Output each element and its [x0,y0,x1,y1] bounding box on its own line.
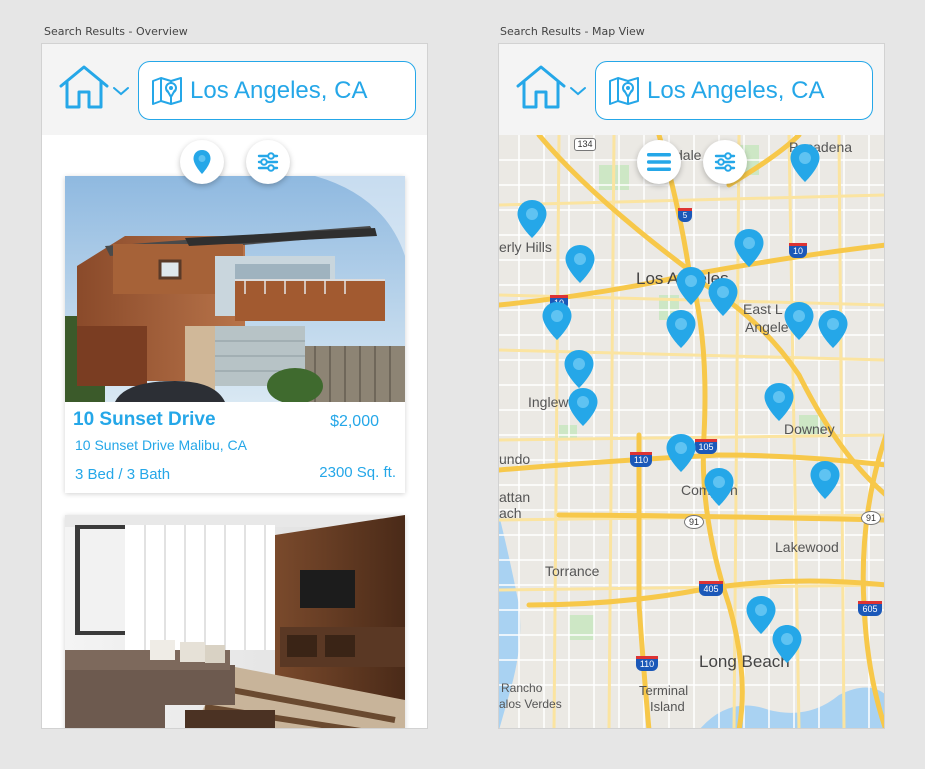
listing-title[interactable]: 10 Sunset Drive [73,409,216,431]
map-label: Lakewood [775,539,839,555]
listing-beds-baths: 3 Bed / 3 Bath [75,466,171,483]
map-view-button[interactable] [180,140,224,184]
map-marker-icon [704,468,734,506]
listing-address: 10 Sunset Drive Malibu, CA [75,437,247,453]
route-shield: 110 [630,452,652,467]
map-label: Island [650,699,685,714]
app-header: Los Angeles, CA [499,44,884,135]
artboard-label-overview: Search Results - Overview [44,25,188,38]
map-label: ach [499,505,522,521]
listing-card[interactable] [65,515,405,728]
route-shield: 105 [695,439,717,454]
map-pin-icon [152,76,182,105]
listing-map-pin[interactable] [541,301,573,341]
route-shield: 5 [678,208,692,222]
map-marker-icon [666,434,696,472]
map-label: Rancho [501,681,543,695]
listing-map-pin[interactable] [771,624,803,664]
filters-button[interactable] [703,140,747,184]
location-text: Los Angeles, CA [647,76,825,104]
home-menu-button[interactable] [515,64,591,112]
map-marker-icon [517,200,547,238]
route-shield: 134 [574,138,596,151]
overview-screen: Los Angeles, CA 10 Sunset Drive $2,000 1… [41,43,428,729]
listing-map-pin[interactable] [563,349,595,389]
home-icon [516,65,566,109]
route-shield: 91 [861,511,881,525]
listing-sqft: 2300 Sq. ft. [319,464,396,481]
house-exterior-photo [65,176,405,402]
location-search-field[interactable]: Los Angeles, CA [595,61,873,120]
listing-photo[interactable] [65,515,405,728]
map-label: Torrance [545,563,600,579]
listing-map-pin[interactable] [783,301,815,341]
filters-button[interactable] [246,140,290,184]
chevron-down-icon [570,87,586,96]
listing-map-pin[interactable] [707,277,739,317]
map-marker-icon [734,229,764,267]
results-list[interactable]: 10 Sunset Drive $2,000 10 Sunset Drive M… [42,135,427,728]
map-marker-icon [708,278,738,316]
map-marker-icon [818,310,848,348]
map-label: attan [499,489,531,505]
listing-card[interactable]: 10 Sunset Drive $2,000 10 Sunset Drive M… [65,176,405,493]
list-view-button[interactable] [637,140,681,184]
route-shield: 405 [699,581,723,596]
map-pin-icon [609,76,639,105]
location-text: Los Angeles, CA [190,76,368,104]
living-room-photo [65,515,405,728]
location-search-field[interactable]: Los Angeles, CA [138,61,416,120]
map-marker-icon [193,150,211,174]
home-icon [59,65,109,109]
listing-map-pin[interactable] [763,382,795,422]
listing-map-pin[interactable] [675,266,707,306]
listing-map-pin[interactable] [733,228,765,268]
route-shield: 605 [858,601,882,616]
listing-map-pin[interactable] [665,309,697,349]
map-label: undo [499,451,531,467]
home-menu-button[interactable] [58,64,134,112]
app-header: Los Angeles, CA [42,44,427,135]
map-marker-icon [784,302,814,340]
route-shield: 110 [636,656,658,671]
listing-map-pin[interactable] [567,387,599,427]
map-marker-icon [542,302,572,340]
sliders-icon [257,152,279,172]
map-marker-icon [564,350,594,388]
map-view-screen: Los Angeles, CA 134 5 10 105 110 110 91 … [498,43,885,729]
map-marker-icon [568,388,598,426]
listing-info: 10 Sunset Drive $2,000 10 Sunset Drive M… [65,402,405,493]
listing-map-pin[interactable] [789,143,821,183]
map-label: East L [743,301,783,317]
map-marker-icon [676,267,706,305]
listing-map-pin[interactable] [809,460,841,500]
map-marker-icon [565,245,595,283]
listing-map-pin[interactable] [516,199,548,239]
map-label: erly Hills [499,239,552,255]
listing-map-pin[interactable] [703,467,735,507]
map-marker-icon [764,383,794,421]
hamburger-menu-icon [647,153,671,171]
map-label: alos Verdes [499,697,562,711]
map-label: Terminal [639,683,689,698]
map-label: Inglew [528,394,569,410]
listing-photo[interactable] [65,176,405,402]
map-marker-icon [790,144,820,182]
map-marker-icon [772,625,802,663]
map-marker-icon [810,461,840,499]
listing-price: $2,000 [330,413,379,430]
artboard-label-map: Search Results - Map View [500,25,645,38]
map-marker-icon [666,310,696,348]
listing-map-pin[interactable] [665,433,697,473]
chevron-down-icon [113,87,129,96]
listing-map-pin[interactable] [564,244,596,284]
route-shield: 10 [789,243,807,258]
listing-map-pin[interactable] [817,309,849,349]
route-shield: 91 [684,515,704,529]
sliders-icon [714,152,736,172]
map-label: Downey [784,421,835,437]
map-canvas[interactable]: 134 5 10 10 105 110 110 91 91 405 605 da… [499,135,884,728]
